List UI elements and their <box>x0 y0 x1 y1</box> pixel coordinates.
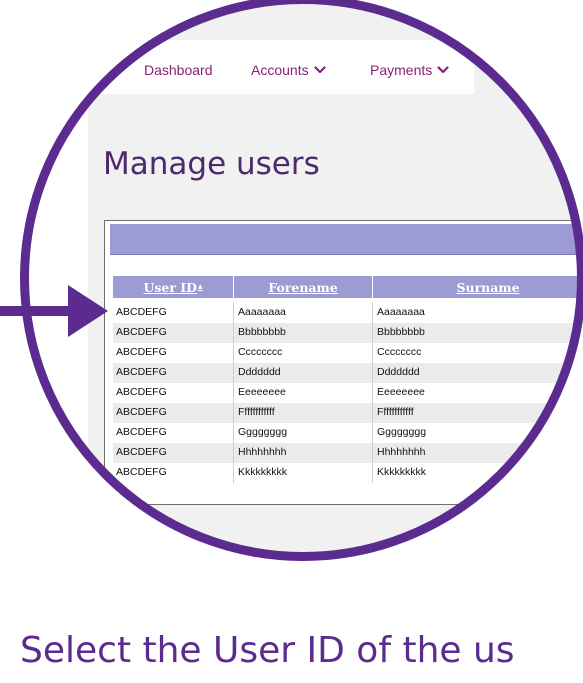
page-title: Manage users <box>103 146 320 182</box>
forename-cell: Ddddddd <box>238 366 281 378</box>
column-separator <box>233 363 234 383</box>
forename-cell: Kkkkkkkkk <box>238 466 288 478</box>
panel-header-bar <box>110 224 583 254</box>
forename-cell: Hhhhhhhh <box>238 446 287 458</box>
user-id-cell[interactable]: ABCDEFG <box>116 306 167 318</box>
user-id-cell[interactable]: ABCDEFG <box>116 426 167 438</box>
column-separator <box>372 383 373 403</box>
user-id-cell[interactable]: ABCDEFG <box>116 366 167 378</box>
user-id-cell[interactable]: ABCDEFG <box>116 406 167 418</box>
nav-accounts[interactable]: Accounts <box>251 62 326 78</box>
user-id-cell[interactable]: ABCDEFG <box>116 326 167 338</box>
sort-asc-icon: ▴ <box>197 282 203 292</box>
forename-cell: Gggggggg <box>238 426 288 438</box>
column-separator <box>372 343 373 363</box>
column-separator <box>372 323 373 343</box>
nav-dashboard-label: Dashboard <box>144 62 213 78</box>
column-header-surname-label: Surname <box>456 279 520 295</box>
column-separator <box>233 443 234 463</box>
surname-cell: Eeeeeeee <box>377 386 425 398</box>
nav-accounts-label: Accounts <box>251 62 309 78</box>
table-row[interactable]: ABCDEFG Cccccccc Cccccccc <box>113 343 583 363</box>
nav-payments[interactable]: Payments <box>370 62 449 78</box>
column-separator <box>372 443 373 463</box>
surname-cell: Kkkkkkkkk <box>377 466 427 478</box>
column-separator <box>233 383 234 403</box>
forename-cell: Eeeeeeee <box>238 386 286 398</box>
column-separator <box>372 463 373 483</box>
user-id-cell[interactable]: ABCDEFG <box>116 466 167 478</box>
forename-cell: Bbbbbbbb <box>238 326 286 338</box>
surname-cell: Cccccccc <box>377 346 422 358</box>
instruction-caption: Select the User ID of the us <box>20 630 515 671</box>
table-row[interactable]: ABCDEFG Ddddddd Ddddddd <box>113 363 583 383</box>
column-separator <box>372 403 373 423</box>
column-separator <box>233 423 234 443</box>
column-separator <box>372 303 373 323</box>
tutorial-graphic: Dashboard Accounts Payments Manage users… <box>0 0 583 683</box>
nav-payments-label: Payments <box>370 62 433 78</box>
user-id-cell[interactable]: ABCDEFG <box>116 446 167 458</box>
column-separator <box>372 363 373 383</box>
column-header-surname[interactable]: Surname <box>373 276 583 298</box>
user-id-cell[interactable]: ABCDEFG <box>116 386 167 398</box>
surname-cell: Gggggggg <box>377 426 427 438</box>
arrow-right-icon <box>0 285 108 337</box>
table-row[interactable]: ABCDEFG Hhhhhhhh Hhhhhhhh <box>113 443 583 463</box>
table-row[interactable]: ABCDEFG Bbbbbbbb Bbbbbbbb <box>113 323 583 343</box>
surname-cell: Ffffffffffff <box>377 406 414 418</box>
forename-cell: Cccccccc <box>238 346 283 358</box>
surname-cell: Hhhhhhhh <box>377 446 426 458</box>
table-row[interactable]: ABCDEFG Gggggggg Gggggggg <box>113 423 583 443</box>
column-header-forename-label: Forename <box>268 279 338 295</box>
column-separator <box>372 423 373 443</box>
table-row[interactable]: ABCDEFG Eeeeeeee Eeeeeeee <box>113 383 583 403</box>
table-row[interactable]: ABCDEFG Kkkkkkkkk Kkkkkkkkk <box>113 463 583 483</box>
user-id-cell[interactable]: ABCDEFG <box>116 346 167 358</box>
forename-cell: Ffffffffffff <box>238 406 275 418</box>
column-separator <box>233 323 234 343</box>
column-header-forename[interactable]: Forename <box>234 276 372 298</box>
panel-divider <box>110 254 583 255</box>
chevron-down-icon <box>313 66 326 74</box>
surname-cell: Ddddddd <box>377 366 420 378</box>
surname-cell: Bbbbbbbb <box>377 326 425 338</box>
magnifier-lens: Dashboard Accounts Payments Manage users… <box>20 0 583 561</box>
forename-cell: Aaaaaaaa <box>238 306 286 318</box>
table-row[interactable]: ABCDEFG Aaaaaaaa Aaaaaaaa <box>113 303 583 323</box>
chevron-down-icon <box>437 66 449 74</box>
column-separator <box>233 343 234 363</box>
column-separator <box>233 303 234 323</box>
nav-dashboard[interactable]: Dashboard <box>144 62 213 78</box>
column-separator <box>233 463 234 483</box>
surname-cell: Aaaaaaaa <box>377 306 425 318</box>
table-row[interactable]: ABCDEFG Ffffffffffff Ffffffffffff <box>113 403 583 423</box>
column-header-user-id-label: User ID <box>143 279 197 295</box>
column-separator <box>233 403 234 423</box>
column-header-user-id[interactable]: User ID ▴ <box>113 276 233 298</box>
